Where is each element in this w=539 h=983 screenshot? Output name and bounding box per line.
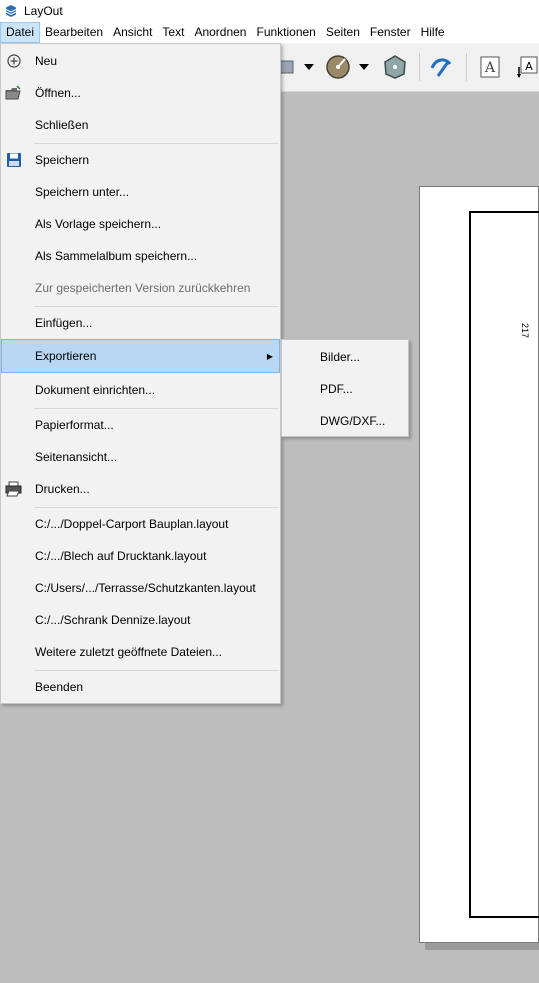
menu-seiten[interactable]: Seiten (321, 22, 365, 43)
printer-icon (5, 480, 23, 498)
file-menu: Neu Öffnen... Schließen Speichern Speich… (0, 43, 281, 704)
menu-item-new[interactable]: Neu (2, 46, 280, 76)
menu-item-exit[interactable]: Beenden (2, 672, 280, 702)
menu-item-document-setup[interactable]: Dokument einrichten... (2, 375, 280, 405)
dropdown-arrow-icon[interactable] (300, 43, 318, 91)
menu-item-save[interactable]: Speichern (2, 145, 280, 175)
menu-item-label: Neu (35, 54, 58, 68)
menu-item-label: Drucken... (35, 482, 90, 496)
svg-text:A: A (484, 60, 496, 76)
menu-datei[interactable]: Datei (0, 22, 41, 43)
menu-item-export[interactable]: Exportieren ▶ (1, 339, 280, 373)
dropdown-arrow-icon[interactable] (355, 43, 373, 91)
menu-item-recent-2[interactable]: C:/.../Blech auf Drucktank.layout (2, 541, 280, 571)
submenu-item-label: PDF... (320, 382, 353, 396)
menu-separator (34, 507, 279, 508)
save-disk-icon (5, 151, 23, 169)
menu-item-label: C:/.../Schrank Dennize.layout (35, 613, 191, 627)
new-document-icon (5, 52, 23, 70)
menu-funktionen[interactable]: Funktionen (251, 22, 320, 43)
menu-fenster[interactable]: Fenster (365, 22, 416, 43)
menu-item-label: Papierformat... (35, 418, 114, 432)
export-submenu: Bilder... PDF... DWG/DXF... (281, 339, 409, 437)
label-tool-icon[interactable]: A (514, 43, 539, 91)
menu-item-label: Schließen (35, 118, 89, 132)
title-bar: LayOut (0, 0, 539, 22)
menu-separator (34, 143, 279, 144)
toolbar-separator (419, 53, 420, 81)
style-tool-icon[interactable] (426, 43, 456, 91)
menu-separator (34, 408, 279, 409)
submenu-item-dwg-dxf[interactable]: DWG/DXF... (282, 406, 408, 436)
menu-item-label: Speichern (35, 153, 90, 167)
submenu-item-label: Bilder... (320, 350, 361, 364)
drawing-frame[interactable] (469, 211, 539, 918)
menu-item-print-preview[interactable]: Seitenansicht... (2, 442, 280, 472)
menu-separator (34, 670, 279, 671)
menu-item-label: Als Vorlage speichern... (35, 217, 162, 231)
menu-item-paper-format[interactable]: Papierformat... (2, 410, 280, 440)
submenu-item-label: DWG/DXF... (320, 414, 386, 428)
frame-dimension-label: 217 (520, 323, 530, 339)
menu-item-insert[interactable]: Einfügen... (2, 308, 280, 338)
menu-item-close[interactable]: Schließen (2, 110, 280, 140)
menu-ansicht[interactable]: Ansicht (108, 22, 157, 43)
submenu-arrow-icon: ▶ (266, 351, 273, 361)
menu-item-print[interactable]: Drucken... (2, 474, 280, 504)
menu-item-label: Als Sammelalbum speichern... (35, 249, 198, 263)
polygon-tool-icon[interactable] (380, 43, 410, 91)
menu-item-label: Einfügen... (35, 316, 93, 330)
menu-hilfe[interactable]: Hilfe (416, 22, 450, 43)
menu-item-recent-4[interactable]: C:/.../Schrank Dennize.layout (2, 605, 280, 635)
menu-item-label: Weitere zuletzt geöffnete Dateien... (35, 645, 223, 659)
menu-item-more-recent[interactable]: Weitere zuletzt geöffnete Dateien... (2, 637, 280, 667)
menu-item-recent-1[interactable]: C:/.../Doppel-Carport Bauplan.layout (2, 509, 280, 539)
menu-item-label: Zur gespeicherten Version zurückkehren (35, 281, 251, 295)
open-folder-icon (5, 84, 23, 102)
menu-item-save-as[interactable]: Speichern unter... (2, 177, 280, 207)
menu-anordnen[interactable]: Anordnen (189, 22, 251, 43)
submenu-item-images[interactable]: Bilder... (282, 342, 408, 372)
menu-item-label: C:/Users/.../Terrasse/Schutzkanten.layou… (35, 581, 256, 595)
menu-item-label: C:/.../Blech auf Drucktank.layout (35, 549, 207, 563)
window-title: LayOut (24, 4, 63, 18)
menu-bar: Datei Bearbeiten Ansicht Text Anordnen F… (0, 22, 539, 43)
menu-item-recent-3[interactable]: C:/Users/.../Terrasse/Schutzkanten.layou… (2, 573, 280, 603)
menu-item-label: C:/.../Doppel-Carport Bauplan.layout (35, 517, 229, 531)
text-tool-icon[interactable]: A (476, 43, 504, 91)
pie-tool-icon[interactable] (324, 43, 352, 91)
menu-item-label: Speichern unter... (35, 185, 130, 199)
menu-item-save-template[interactable]: Als Vorlage speichern... (2, 209, 280, 239)
layout-app-icon (5, 5, 17, 17)
menu-item-revert: Zur gespeicherten Version zurückkehren (2, 273, 280, 303)
menu-item-label: Seitenansicht... (35, 450, 118, 464)
submenu-item-pdf[interactable]: PDF... (282, 374, 408, 404)
menu-text[interactable]: Text (157, 22, 189, 43)
menu-item-label: Öffnen... (35, 86, 81, 100)
menu-item-label: Exportieren (35, 349, 97, 363)
menu-item-save-scrapbook[interactable]: Als Sammelalbum speichern... (2, 241, 280, 271)
toolbar-separator (466, 53, 467, 81)
menu-separator (34, 306, 279, 307)
menu-item-label: Beenden (35, 680, 84, 694)
svg-text:A: A (525, 60, 533, 73)
menu-bearbeiten[interactable]: Bearbeiten (40, 22, 108, 43)
menu-item-open[interactable]: Öffnen... (2, 78, 280, 108)
menu-item-label: Dokument einrichten... (35, 383, 156, 397)
